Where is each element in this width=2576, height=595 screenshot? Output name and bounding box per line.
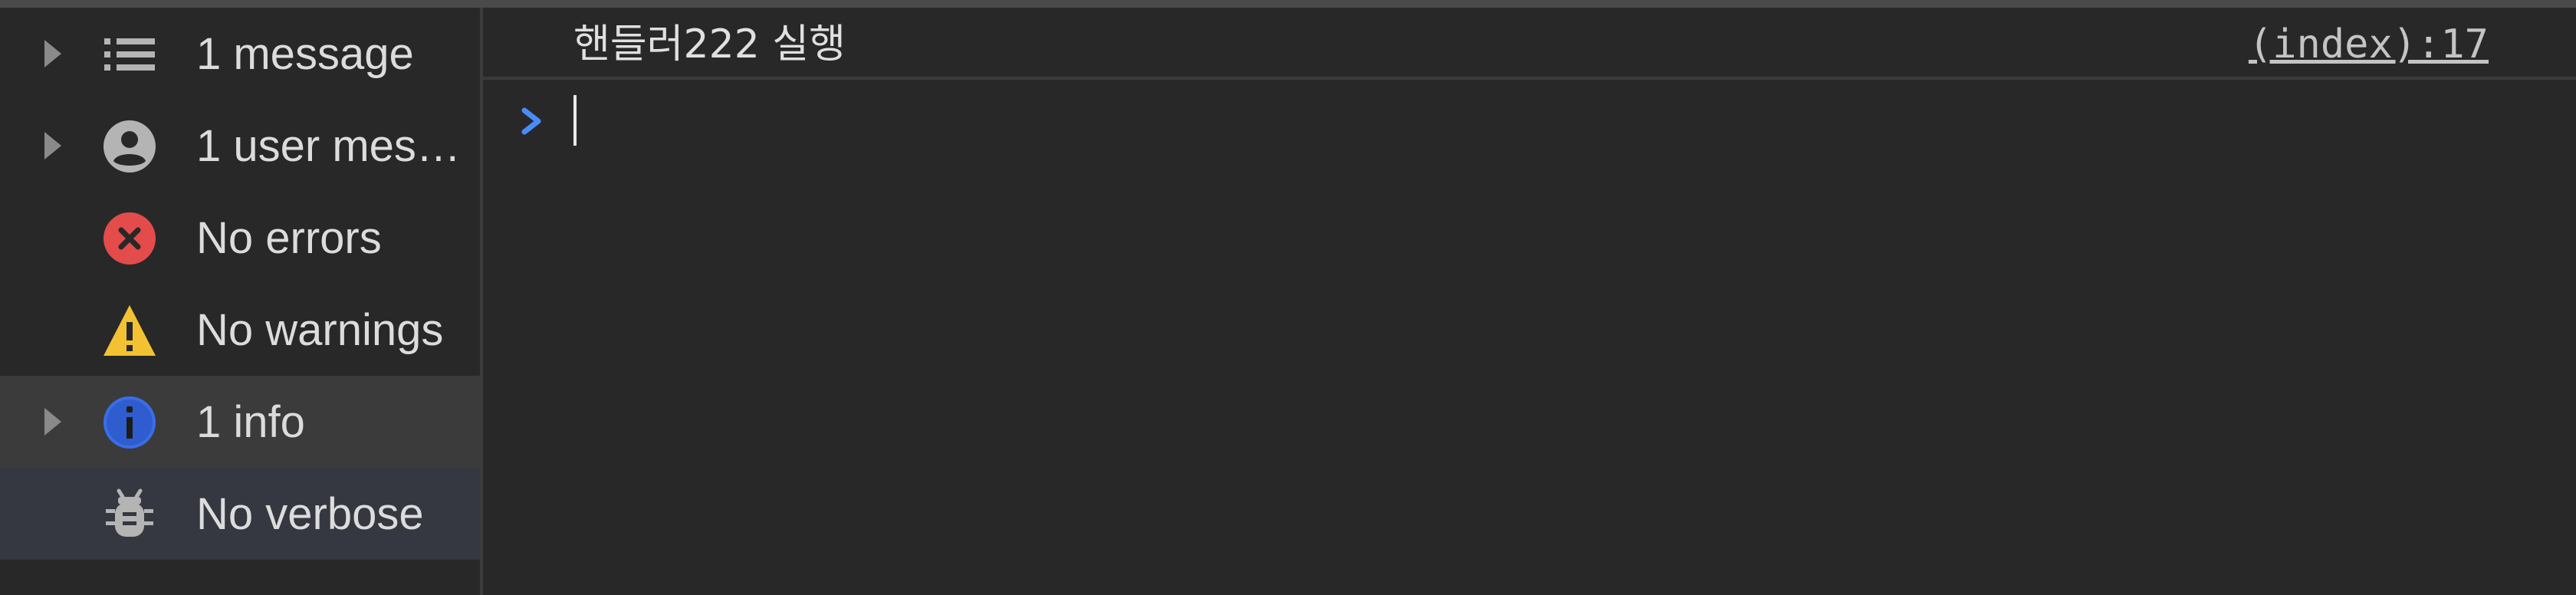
console-input[interactable] <box>581 90 2501 153</box>
console-prompt[interactable] <box>483 80 2576 164</box>
sidebar-item-label: No warnings <box>196 305 444 355</box>
sidebar-item-info[interactable]: 1 info <box>0 376 480 468</box>
prompt-chevron-icon <box>517 104 547 138</box>
sidebar-item-errors[interactable]: No errors <box>0 192 480 284</box>
expand-triangle-icon[interactable] <box>44 132 61 159</box>
devtools-console-panel: 1 message 1 user mes… No errors No warni… <box>0 0 2576 595</box>
expand-triangle-icon[interactable] <box>44 408 61 436</box>
user-circle-icon <box>103 120 156 173</box>
sidebar-item-label: 1 info <box>196 397 305 447</box>
bug-icon <box>103 488 156 541</box>
panel-top-border <box>0 0 2576 8</box>
sidebar-item-label: 1 message <box>196 29 414 79</box>
warning-icon <box>103 304 156 357</box>
text-caret <box>573 95 577 146</box>
console-sidebar: 1 message 1 user mes… No errors No warni… <box>0 8 480 595</box>
sidebar-item-messages[interactable]: 1 message <box>0 8 480 100</box>
sidebar-item-label: No verbose <box>196 489 424 539</box>
error-icon <box>103 212 156 265</box>
console-message-text: 핸들러222 실행 <box>573 21 846 67</box>
sidebar-item-label: 1 user mes… <box>196 121 461 171</box>
sidebar-item-label: No errors <box>196 213 382 263</box>
info-icon <box>103 396 156 449</box>
sidebar-item-user-messages[interactable]: 1 user mes… <box>0 100 480 192</box>
console-message-source-link[interactable]: (index):17 <box>2249 20 2489 69</box>
console-message-row: 핸들러222 실행 (index):17 <box>483 8 2576 80</box>
expand-triangle-icon[interactable] <box>44 40 61 67</box>
sidebar-item-warnings[interactable]: No warnings <box>0 284 480 376</box>
sidebar-item-verbose[interactable]: No verbose <box>0 468 480 560</box>
list-icon <box>103 28 156 81</box>
